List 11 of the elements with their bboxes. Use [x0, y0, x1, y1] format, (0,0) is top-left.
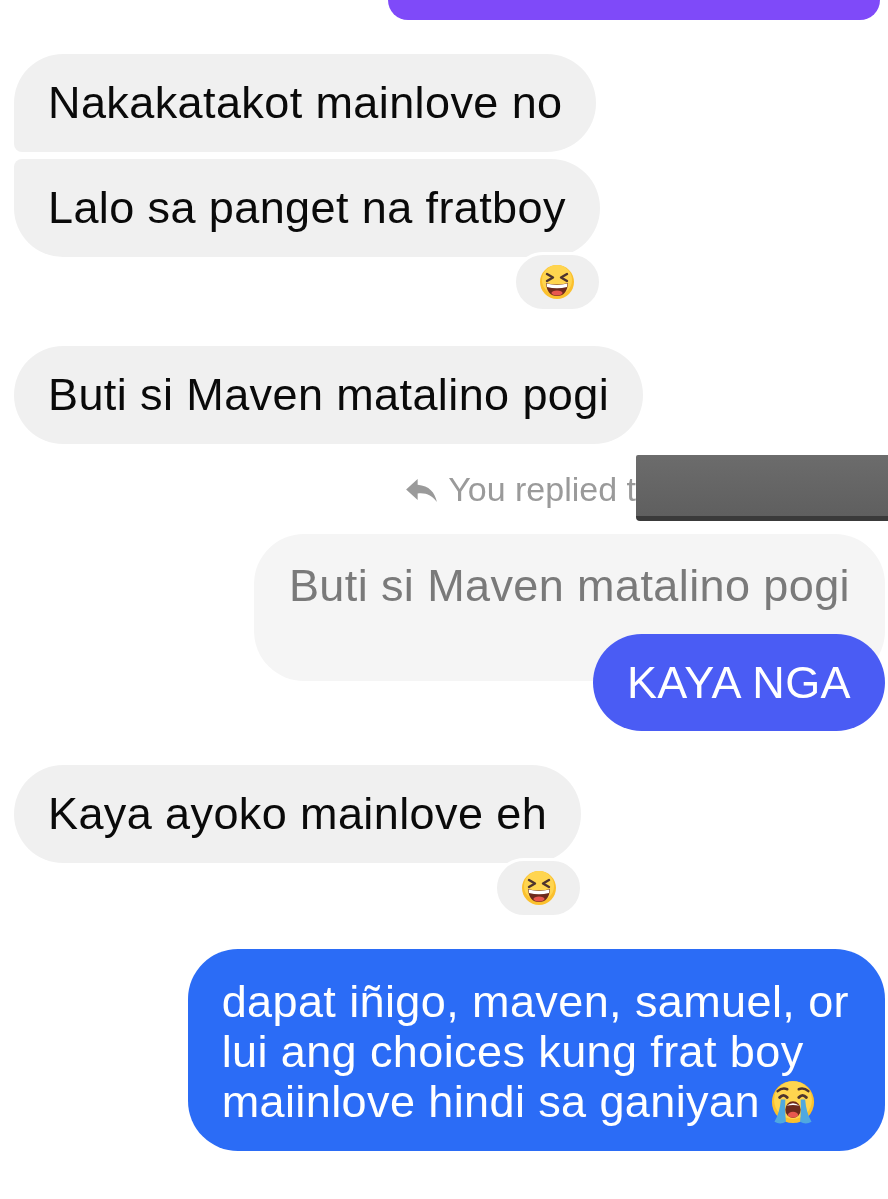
message-text: Buti si Maven matalino pogi	[48, 369, 610, 420]
laughing-emoji-icon	[539, 264, 576, 300]
quoted-message-text: Buti si Maven matalino pogi	[288, 560, 850, 611]
reply-arrow-icon	[405, 477, 439, 503]
message-text: Kaya ayoko mainlove eh	[48, 788, 548, 839]
message-text: Nakakatakot mainlove no	[48, 77, 563, 128]
message-text: dapat iñigo, maven, samuel, or lui ang choices kung frat boy maiinlove hindi sa ganiyan	[221, 976, 849, 1127]
message-text: KAYA NGA	[626, 657, 851, 708]
laughing-emoji-icon	[520, 870, 557, 906]
message-text: Lalo sa panget na fratboy	[48, 182, 566, 233]
reply-label: You replied t	[448, 469, 636, 509]
